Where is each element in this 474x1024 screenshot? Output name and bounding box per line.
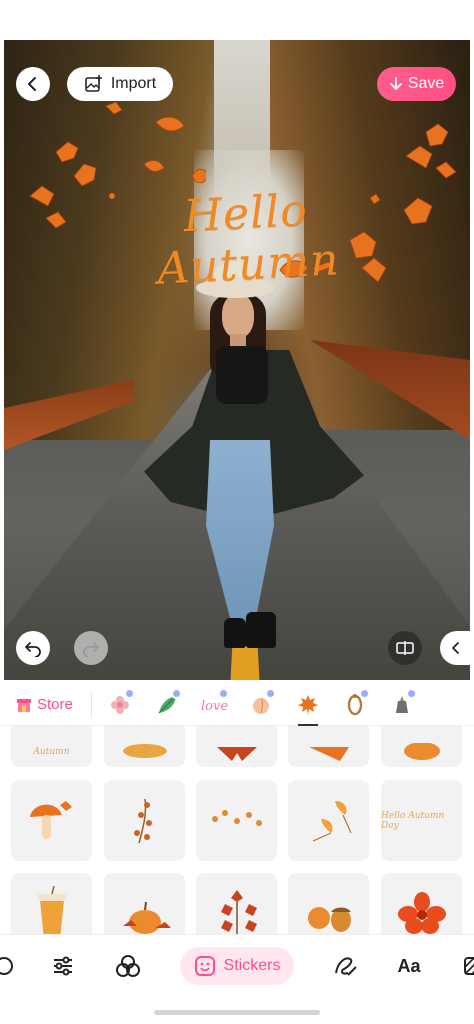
sticker-tile[interactable] bbox=[381, 873, 462, 934]
premium-gem-icon bbox=[124, 687, 135, 699]
sticker-tile[interactable] bbox=[104, 726, 185, 767]
category-maple-leaf[interactable] bbox=[284, 684, 331, 726]
tool-text[interactable]: Aa bbox=[392, 949, 426, 983]
sticker-tile[interactable] bbox=[288, 780, 369, 861]
premium-gem-icon bbox=[171, 687, 182, 699]
crop-top bbox=[216, 346, 268, 404]
maple-branch-sticker-icon bbox=[220, 889, 257, 934]
image-add-icon bbox=[85, 75, 102, 92]
red-flower-sticker-icon bbox=[397, 891, 446, 934]
leaf-branch-sticker-icon bbox=[133, 798, 152, 843]
download-arrow-icon bbox=[389, 77, 402, 90]
store-button[interactable]: Store bbox=[0, 691, 92, 718]
save-button[interactable]: Save bbox=[377, 67, 456, 101]
sticker-tile[interactable]: Autumn bbox=[11, 726, 92, 767]
store-label: Store bbox=[37, 696, 73, 713]
sticker-tile[interactable] bbox=[104, 873, 185, 934]
tool-crop[interactable] bbox=[0, 949, 24, 983]
jeans bbox=[206, 440, 274, 630]
maple-leaf-sticker-icon bbox=[297, 694, 318, 715]
compare-button[interactable] bbox=[388, 631, 422, 665]
latte-sticker-icon bbox=[37, 885, 66, 934]
background-pattern-icon bbox=[464, 957, 474, 975]
chevron-left-icon bbox=[28, 77, 36, 91]
sticker-autumn-text: Autumn bbox=[33, 746, 70, 757]
import-label: Import bbox=[110, 75, 157, 92]
tool-draw[interactable] bbox=[328, 949, 362, 983]
back-button[interactable] bbox=[16, 67, 50, 101]
sticker-tile[interactable] bbox=[11, 873, 92, 934]
category-peach[interactable] bbox=[237, 684, 284, 726]
category-leaf[interactable] bbox=[143, 684, 190, 726]
redo-button[interactable] bbox=[74, 631, 108, 665]
undo-icon bbox=[25, 642, 41, 657]
pumpkin-sticker-icon bbox=[122, 901, 171, 934]
acorns-sticker-icon bbox=[307, 906, 351, 932]
tool-stickers[interactable]: Stickers bbox=[180, 947, 294, 985]
category-lamp[interactable] bbox=[378, 684, 425, 726]
premium-gem-icon bbox=[406, 687, 417, 699]
maple-leaf-sticker-icon bbox=[216, 746, 257, 761]
falling-leaves-sticker-icon bbox=[211, 809, 262, 826]
sticker-grid: Autumn Hello Autumn Day bbox=[0, 726, 474, 934]
premium-gem-icon bbox=[265, 687, 276, 699]
import-button[interactable]: Import bbox=[67, 67, 173, 101]
bottom-toolbar: Stickers Aa bbox=[0, 934, 474, 996]
sticker-category-bar: Store love bbox=[0, 684, 474, 726]
sticker-tile[interactable] bbox=[288, 726, 369, 767]
tool-adjust[interactable] bbox=[46, 949, 80, 983]
sticker-tile[interactable] bbox=[381, 726, 462, 767]
sticker-hello-autumn-text: Hello Autumn Day bbox=[381, 810, 445, 831]
category-flower[interactable] bbox=[96, 684, 143, 726]
sliders-icon bbox=[54, 956, 72, 976]
ginkgo-leaves-sticker-icon bbox=[312, 800, 352, 842]
sticker-tile[interactable] bbox=[196, 726, 277, 767]
svg-text:love: love bbox=[201, 699, 228, 714]
store-icon bbox=[17, 698, 31, 712]
crop-icon bbox=[0, 957, 13, 975]
sticker-tile[interactable] bbox=[196, 873, 277, 934]
brush-scribble-icon bbox=[335, 957, 357, 976]
stickers-label: Stickers bbox=[223, 957, 281, 974]
filters-icon bbox=[116, 955, 140, 977]
sticker-tile[interactable] bbox=[196, 780, 277, 861]
sticker-tile[interactable] bbox=[104, 780, 185, 861]
bread-sticker-icon bbox=[122, 743, 167, 758]
tool-filters[interactable] bbox=[111, 949, 145, 983]
category-frame[interactable] bbox=[331, 684, 378, 726]
sticker-tile[interactable] bbox=[11, 780, 92, 861]
undo-button[interactable] bbox=[16, 631, 50, 665]
tool-background[interactable] bbox=[456, 949, 474, 983]
pumpkin-sticker-icon bbox=[403, 742, 440, 760]
sticker-tile[interactable]: Hello Autumn Day bbox=[381, 780, 462, 861]
redo-icon bbox=[83, 642, 99, 657]
face bbox=[222, 294, 254, 338]
home-indicator bbox=[154, 1010, 320, 1015]
text-tool-label: Aa bbox=[397, 955, 421, 976]
compare-icon bbox=[396, 641, 414, 655]
mushroom-sticker-icon bbox=[29, 800, 72, 839]
boot-left bbox=[224, 618, 246, 648]
chevron-left-icon bbox=[452, 642, 459, 654]
sticker-smile-icon bbox=[194, 956, 215, 976]
person-figure bbox=[144, 250, 364, 650]
category-love[interactable]: love bbox=[190, 684, 237, 726]
sticker-tile[interactable] bbox=[288, 873, 369, 934]
save-label: Save bbox=[407, 75, 445, 92]
boot-right bbox=[246, 612, 276, 648]
collapse-panel-button[interactable] bbox=[440, 631, 474, 665]
premium-gem-icon bbox=[218, 687, 229, 699]
overlay-text-hello-autumn[interactable]: Hello Autumn bbox=[100, 180, 395, 297]
leaf-sticker-icon bbox=[308, 746, 349, 761]
premium-gem-icon bbox=[359, 687, 370, 699]
photo-canvas[interactable]: Hello Autumn bbox=[4, 40, 470, 680]
